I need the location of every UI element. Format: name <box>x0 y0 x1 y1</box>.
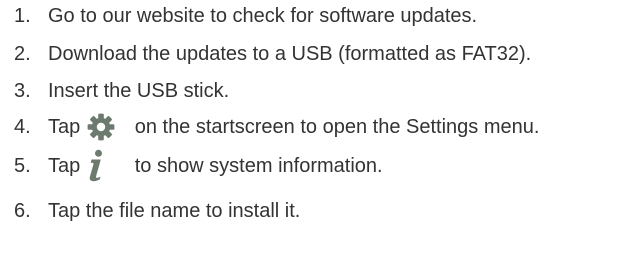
step-number: 1. <box>14 5 31 27</box>
step-text: Tap the file name to install it. <box>48 201 300 221</box>
instruction-steps: 1. Go to our website to check for softwa… <box>0 0 622 253</box>
step-text: Download the updates to a USB (formatted… <box>48 44 531 64</box>
step-number: 5. <box>14 155 31 177</box>
step-number: 4. <box>14 116 31 138</box>
step-number: 2. <box>14 43 31 65</box>
step-6: 6. Tap the file name to install it. <box>0 195 622 227</box>
step-5: 5. Tap to show system information. <box>0 149 622 182</box>
step-text-content: Tap the file name to install it. <box>48 200 301 222</box>
step-text-before: Tap <box>48 155 81 177</box>
step-number: 6. <box>14 200 31 222</box>
step-number: 3. <box>14 80 31 102</box>
step-1: 1. Go to our website to check for softwa… <box>0 0 622 32</box>
step-2: 2. Download the updates to a USB (format… <box>0 38 622 70</box>
step-text-after: to show system information. <box>134 155 383 177</box>
step-text: Go to our website to check for software … <box>48 6 477 26</box>
step-text-content: Download the updates to a USB (formatted… <box>48 43 532 65</box>
step-text-content: Go to our website to check for software … <box>48 5 478 27</box>
